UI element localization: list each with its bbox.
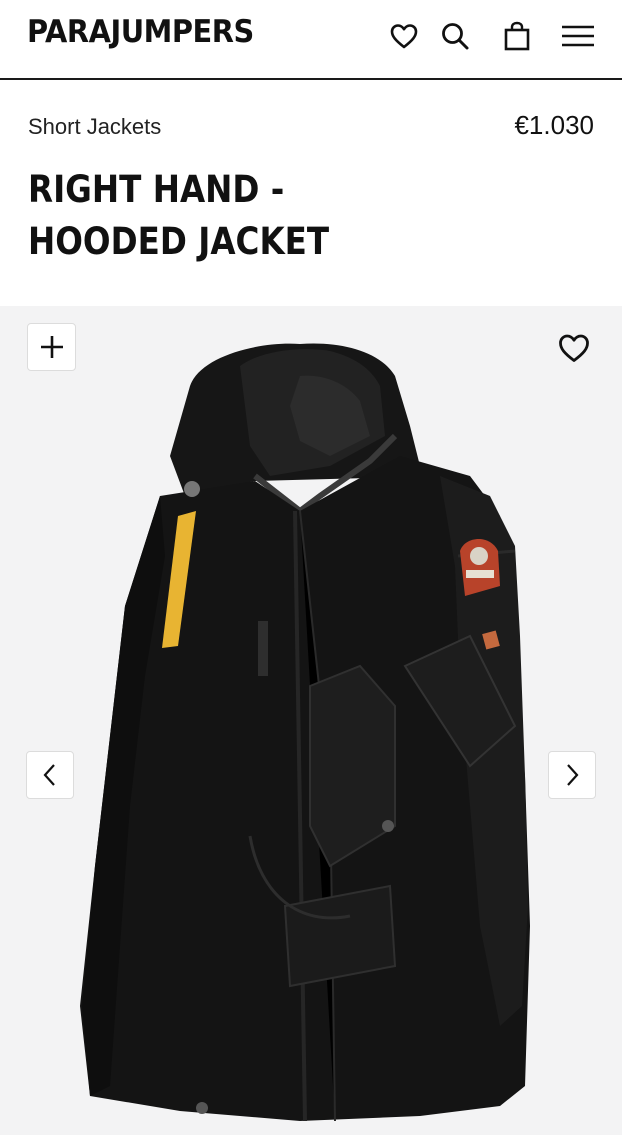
product-image	[80, 343, 530, 1122]
previous-image-button[interactable]	[26, 751, 74, 799]
plus-icon	[40, 336, 63, 358]
zoom-button[interactable]	[27, 323, 76, 371]
wishlist-button[interactable]	[386, 18, 422, 54]
chevron-left-icon	[43, 764, 55, 786]
product-category[interactable]: Short Jackets	[28, 114, 161, 140]
brand-logo[interactable]: PARAJUMPERS	[27, 14, 254, 50]
product-price: €1.030	[514, 110, 594, 140]
cart-button[interactable]	[499, 18, 535, 54]
shoulder-patch	[460, 538, 500, 596]
gallery-wishlist-button[interactable]	[553, 328, 595, 368]
search-icon	[442, 23, 469, 50]
search-button[interactable]	[437, 18, 473, 54]
product-title: RIGHT HAND - HOODED JACKET	[28, 168, 330, 263]
heart-icon	[390, 24, 418, 49]
heart-icon	[559, 334, 589, 362]
next-image-button[interactable]	[548, 751, 596, 799]
menu-icon	[562, 25, 594, 47]
menu-button[interactable]	[560, 18, 596, 54]
product-gallery[interactable]	[0, 306, 622, 1135]
bag-icon	[504, 21, 530, 51]
product-info: Short Jackets €1.030 RIGHT HAND - HOODED…	[0, 82, 622, 306]
chevron-right-icon	[567, 764, 579, 786]
site-header: PARAJUMPERS	[0, 0, 622, 80]
